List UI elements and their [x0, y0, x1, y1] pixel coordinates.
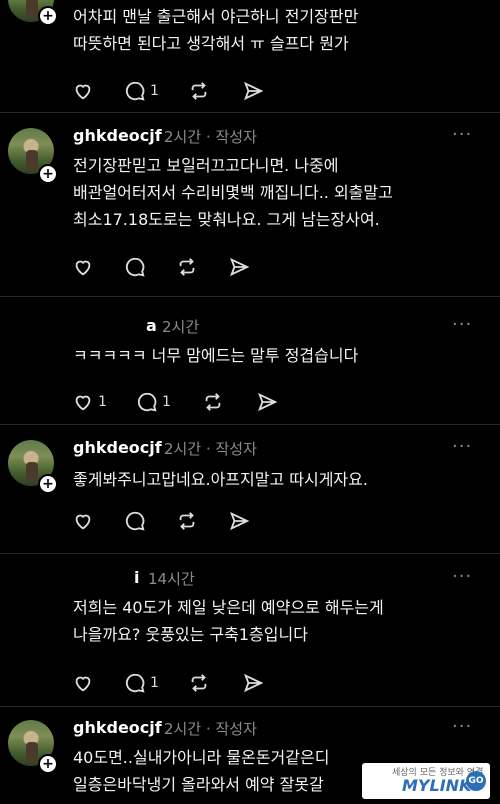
- like-count: 1: [98, 394, 107, 410]
- like-button[interactable]: [72, 79, 94, 103]
- reply-count: 1: [162, 394, 171, 410]
- share-button[interactable]: [242, 671, 264, 695]
- share-button[interactable]: [256, 390, 278, 414]
- username[interactable]: a: [146, 316, 157, 335]
- repost-icon: [179, 258, 195, 276]
- post-text: 좋게봐주니고맙네요.아프지말고 따시게자요.: [73, 470, 368, 489]
- repost-icon: [179, 512, 195, 530]
- reply-button[interactable]: 1: [136, 390, 171, 414]
- send-icon: [244, 81, 264, 101]
- comment-icon: [137, 392, 157, 412]
- repost-icon: [191, 82, 207, 100]
- heart-icon: [75, 395, 91, 411]
- comment-icon: [125, 81, 145, 101]
- reply-count: 1: [150, 83, 159, 99]
- follow-plus-icon[interactable]: +: [38, 474, 58, 494]
- divider: [0, 296, 500, 297]
- post-time: 2시간 · 작성자: [164, 128, 257, 146]
- repost-button[interactable]: [176, 255, 198, 279]
- follow-plus-icon[interactable]: +: [38, 6, 58, 26]
- reply-button[interactable]: [124, 509, 146, 533]
- comment-icon: [125, 257, 145, 277]
- more-options-icon[interactable]: ···: [452, 566, 472, 587]
- post-time: 14시간: [148, 570, 195, 588]
- repost-icon: [191, 674, 207, 692]
- heart-icon: [75, 84, 91, 100]
- watermark-banner[interactable]: 세상의 모든 정보와 연결 MYLINK GO: [362, 763, 490, 799]
- post-time: 2시간 · 작성자: [164, 440, 257, 458]
- post-time: 2시간 · 작성자: [164, 720, 257, 738]
- post-text: 40도면..실내가아니라 물온돈거같은디 일층은바닥냉기 올라와서 예약 잘못갈: [73, 748, 330, 794]
- heart-icon: [75, 514, 91, 530]
- repost-button[interactable]: [188, 79, 210, 103]
- post-text: 전기장판믿고 보일러끄고다니면. 나중에 배관얼어터저서 수리비몇백 깨집니다.…: [73, 156, 393, 229]
- username[interactable]: i: [134, 568, 139, 587]
- like-button[interactable]: [72, 255, 94, 279]
- username[interactable]: ghkdeocjf: [73, 718, 162, 737]
- comment-icon: [125, 511, 145, 531]
- share-button[interactable]: [228, 509, 250, 533]
- divider: [0, 706, 500, 707]
- more-options-icon[interactable]: ···: [452, 124, 472, 145]
- heart-icon: [75, 676, 91, 692]
- username[interactable]: ghkdeocjf: [73, 438, 162, 457]
- watermark-go-button[interactable]: GO: [466, 771, 486, 791]
- post-time: 2시간: [162, 318, 200, 336]
- repost-button[interactable]: [202, 390, 224, 414]
- repost-button[interactable]: [176, 509, 198, 533]
- more-options-icon[interactable]: ···: [452, 436, 472, 457]
- more-options-icon[interactable]: ···: [452, 716, 472, 737]
- like-button[interactable]: [72, 671, 94, 695]
- repost-icon: [205, 393, 221, 411]
- post-text: 저희는 40도가 제일 낮은데 예약으로 해두는게 나을까요? 웃풍있는 구축1…: [73, 598, 384, 644]
- send-icon: [244, 673, 264, 693]
- follow-plus-icon[interactable]: +: [38, 164, 58, 184]
- reply-count: 1: [150, 675, 159, 691]
- reply-button[interactable]: 1: [124, 79, 159, 103]
- heart-icon: [75, 260, 91, 276]
- divider: [0, 553, 500, 554]
- send-icon: [258, 392, 278, 412]
- username[interactable]: ghkdeocjf: [73, 126, 162, 145]
- send-icon: [230, 257, 250, 277]
- more-options-icon[interactable]: ···: [452, 314, 472, 335]
- reply-button[interactable]: 1: [124, 671, 159, 695]
- share-button[interactable]: [228, 255, 250, 279]
- comment-icon: [125, 673, 145, 693]
- post-text: ㅋㅋㅋㅋㅋ 너무 맘에드는 말투 정겹습니다: [73, 346, 359, 365]
- follow-plus-icon[interactable]: +: [38, 754, 58, 774]
- divider: [0, 424, 500, 425]
- post-text: 어차피 맨날 출근해서 야근하니 전기장판만 따뜻하면 된다고 생각해서 ㅠ 슬…: [73, 7, 359, 53]
- like-button[interactable]: [72, 509, 94, 533]
- like-button[interactable]: 1: [72, 390, 107, 414]
- send-icon: [230, 511, 250, 531]
- divider: [0, 112, 500, 113]
- share-button[interactable]: [242, 79, 264, 103]
- watermark-logo: MYLINK: [402, 776, 472, 795]
- repost-button[interactable]: [188, 671, 210, 695]
- reply-button[interactable]: [124, 255, 146, 279]
